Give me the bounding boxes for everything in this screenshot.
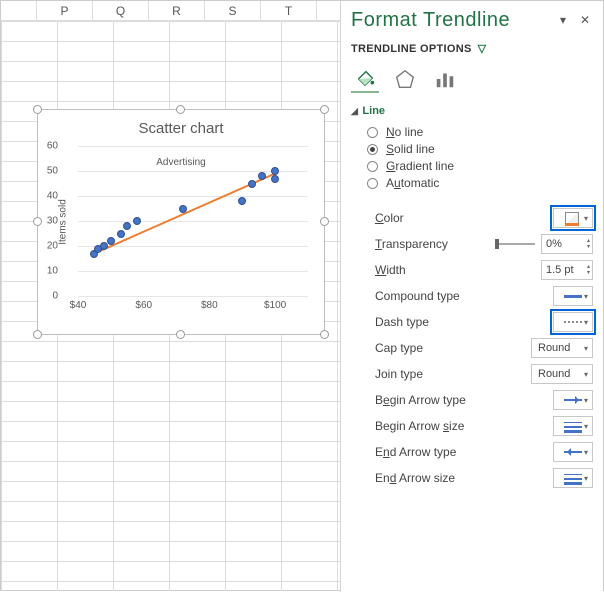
size-sample-icon	[564, 473, 582, 483]
chart-title[interactable]: Scatter chart	[38, 120, 324, 137]
dash-sample-icon	[564, 321, 582, 323]
y-tick: 20	[47, 240, 58, 251]
resize-handle-sw[interactable]	[33, 330, 42, 339]
label-begin-arrow-type: Begin Arrow type	[375, 393, 553, 407]
y-tick: 30	[47, 216, 58, 227]
compound-type-picker[interactable]	[553, 286, 593, 306]
radio-icon	[367, 178, 378, 189]
radio-solid-line[interactable]: Solid line	[367, 142, 593, 156]
label-join-type: Join type	[375, 367, 531, 381]
plot-area[interactable]	[78, 146, 308, 296]
pane-title: Format Trendline	[351, 9, 549, 32]
pencil-color-icon	[565, 212, 581, 224]
spreadsheet-grid[interactable]: P Q R S T Scatter chart Items sold 0 10 …	[1, 1, 341, 592]
label-end-arrow-type: End Arrow type	[375, 445, 553, 459]
label-end-arrow-size: End Arrow size	[375, 471, 553, 485]
arrow-left-icon	[564, 447, 582, 457]
label-transparency: Transparency	[375, 237, 495, 251]
label-begin-arrow-size: Begin Arrow size	[375, 419, 553, 433]
resize-handle-se[interactable]	[320, 330, 329, 339]
end-arrow-size-picker[interactable]	[553, 468, 593, 488]
colhead[interactable]: T	[261, 1, 317, 20]
pane-subtitle[interactable]: Trendline Options ▽	[351, 42, 593, 55]
x-tick: $100	[264, 300, 286, 311]
label-color: Color	[375, 211, 553, 225]
chevron-down-icon: ▽	[478, 42, 487, 55]
begin-arrow-type-picker[interactable]	[553, 390, 593, 410]
data-point[interactable]	[117, 230, 125, 238]
colhead[interactable]: Q	[93, 1, 149, 20]
x-tick: $40	[70, 300, 87, 311]
color-picker[interactable]	[553, 208, 593, 228]
tab-effects[interactable]	[391, 65, 419, 93]
label-cap-type: Cap type	[375, 341, 531, 355]
cap-type-select[interactable]: Round	[531, 338, 593, 358]
data-point[interactable]	[258, 172, 266, 180]
y-axis-title[interactable]: Items sold	[57, 199, 68, 245]
resize-handle-nw[interactable]	[33, 105, 42, 114]
radio-icon	[367, 144, 378, 155]
column-headers: P Q R S T	[1, 1, 340, 21]
colhead-gutter	[1, 1, 37, 20]
pane-options-dropdown[interactable]: ▾	[555, 13, 571, 29]
label-width: Width	[375, 263, 541, 277]
x-tick: $80	[201, 300, 218, 311]
section-line[interactable]: Line	[351, 105, 593, 117]
begin-arrow-size-picker[interactable]	[553, 416, 593, 436]
width-input[interactable]: 1.5 pt	[541, 260, 593, 280]
resize-handle-n[interactable]	[176, 105, 185, 114]
bar-chart-icon	[434, 68, 456, 90]
label-compound-type: Compound type	[375, 289, 553, 303]
pane-tabs	[351, 61, 593, 103]
resize-handle-ne[interactable]	[320, 105, 329, 114]
data-point[interactable]	[107, 237, 115, 245]
y-tick: 50	[47, 165, 58, 176]
radio-automatic[interactable]: Automatic	[367, 176, 593, 190]
data-point[interactable]	[248, 180, 256, 188]
label-dash-type: Dash type	[375, 315, 553, 329]
radio-gradient-line[interactable]: Gradient line	[367, 159, 593, 173]
data-point[interactable]	[179, 205, 187, 213]
pentagon-icon	[394, 68, 416, 90]
paint-bucket-icon	[354, 67, 376, 89]
y-tick: 0	[52, 291, 58, 302]
radio-icon	[367, 161, 378, 172]
close-icon[interactable]: ✕	[577, 13, 593, 29]
colhead[interactable]: S	[205, 1, 261, 20]
tab-fill-line[interactable]	[351, 65, 379, 93]
x-tick: $60	[135, 300, 152, 311]
embedded-chart[interactable]: Scatter chart Items sold 0 10 20 30 40 5…	[37, 109, 325, 335]
radio-no-line[interactable]: No line	[367, 125, 593, 139]
dash-type-picker[interactable]	[553, 312, 593, 332]
y-tick: 40	[47, 190, 58, 201]
tab-trendline-options[interactable]	[431, 65, 459, 93]
y-tick: 10	[47, 265, 58, 276]
end-arrow-type-picker[interactable]	[553, 442, 593, 462]
arrow-right-icon	[564, 395, 582, 405]
resize-handle-e[interactable]	[320, 217, 329, 226]
resize-handle-w[interactable]	[33, 217, 42, 226]
data-point[interactable]	[271, 175, 279, 183]
resize-handle-s[interactable]	[176, 330, 185, 339]
size-sample-icon	[564, 421, 582, 431]
colhead[interactable]: R	[149, 1, 205, 20]
colhead[interactable]: P	[37, 1, 93, 20]
transparency-input[interactable]: 0%	[541, 234, 593, 254]
transparency-slider[interactable]	[495, 243, 535, 245]
join-type-select[interactable]: Round	[531, 364, 593, 384]
line-sample-icon	[564, 295, 582, 298]
radio-icon	[367, 127, 378, 138]
y-tick: 60	[47, 141, 58, 152]
format-trendline-pane: Format Trendline ▾ ✕ Trendline Options ▽	[340, 1, 603, 592]
